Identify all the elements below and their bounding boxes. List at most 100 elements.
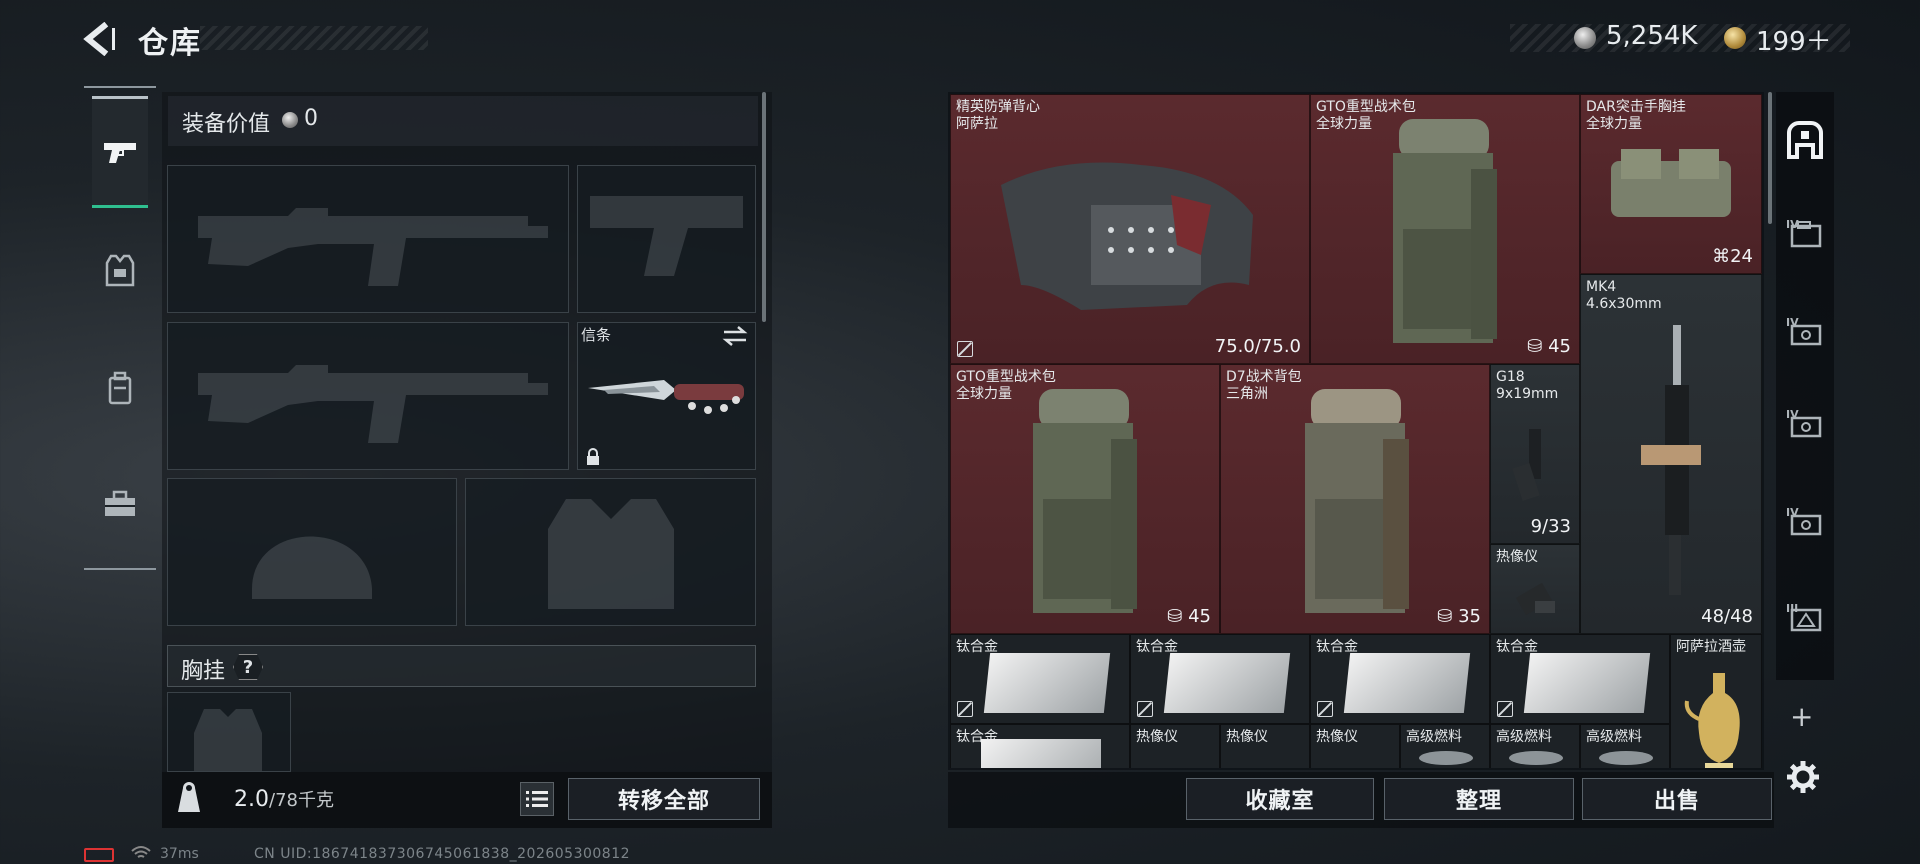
sort-button[interactable]: 整理 [1384, 778, 1574, 820]
case-tier-label: IV [1786, 408, 1799, 421]
item-name: 热像仪 [1496, 549, 1538, 565]
vest-silhouette-icon [548, 499, 674, 609]
helmet-silhouette-icon [252, 536, 372, 599]
rig-silhouette-icon [194, 709, 262, 771]
item-gto-backpack[interactable]: GTO重型战术包 全球力量 ⛁ 45 [1310, 94, 1580, 364]
titanium-image [981, 739, 1101, 768]
backpack-image [1305, 389, 1409, 613]
item-asala-flask[interactable]: 阿萨拉酒壶 [1670, 634, 1762, 768]
item-mk4-smg[interactable]: MK4 4.6x30mm 48/48 [1580, 274, 1762, 634]
item-premium-fuel[interactable]: 高级燃料 [1400, 724, 1490, 768]
item-thermal-imager[interactable]: 热像仪 [1310, 724, 1400, 768]
backpack-icon [108, 371, 132, 405]
item-name: 热像仪 [1226, 729, 1268, 745]
weight-current: 2.0 [234, 787, 269, 812]
item-titanium[interactable]: 钛合金 [1130, 634, 1310, 724]
transfer-all-button[interactable]: 转移全部 [568, 778, 760, 820]
tab-armor[interactable] [92, 216, 148, 324]
case-tier-label: IV [1786, 506, 1799, 519]
item-name: 阿萨拉酒壶 [1676, 639, 1746, 655]
case-tier-label: IV [1786, 218, 1799, 231]
backpack-image [1033, 389, 1137, 613]
rig-image [1611, 149, 1731, 217]
item-titanium[interactable]: 钛合金 [950, 724, 1130, 768]
item-titanium[interactable]: 钛合金 [1310, 634, 1490, 724]
item-thermal-imager[interactable]: 热像仪 [1130, 724, 1220, 768]
help-icon[interactable]: ? [233, 654, 263, 680]
titanium-image [1163, 653, 1291, 713]
item-dar-chest-rig[interactable]: DAR突击手胸挂 全球力量 ⌘24 [1580, 94, 1762, 274]
primary-weapon-slot[interactable] [167, 165, 569, 313]
weight-icon [174, 780, 204, 816]
swap-icon[interactable] [722, 325, 748, 351]
item-count-value: 45 [1548, 336, 1571, 357]
loadout-scrollbar[interactable] [762, 92, 766, 322]
storage-grid: 精英防弹背心 阿萨拉 75.0/75.0 GTO重型战术包 全球力量 ⛁ 45 DA… [950, 94, 1762, 768]
item-name: 高级燃料 [1406, 729, 1462, 745]
case-tab[interactable]: IV [1782, 212, 1828, 258]
collection-room-button[interactable]: 收藏室 [1186, 778, 1374, 820]
titanium-image [1343, 653, 1471, 713]
item-thermal-imager[interactable]: 热像仪 [1490, 544, 1580, 634]
battery-icon [84, 848, 114, 862]
case-tab[interactable]: IV [1782, 402, 1828, 448]
item-g18-pistol[interactable]: G18 9x19mm 9/33 [1490, 364, 1580, 544]
item-titanium[interactable]: 钛合金 [950, 634, 1130, 724]
item-titanium[interactable]: 钛合金 [1490, 634, 1670, 724]
sell-button[interactable]: 出售 [1582, 778, 1772, 820]
fuel-image [1599, 751, 1653, 765]
item-premium-fuel[interactable]: 高级燃料 [1580, 724, 1670, 768]
silver-currency-value: 5,254K [1606, 21, 1698, 51]
vest-image [1001, 162, 1253, 310]
wifi-icon [130, 845, 152, 864]
item-count-value: 35 [1458, 606, 1481, 627]
fuel-image [1419, 751, 1473, 765]
case-tab[interactable]: III [1782, 596, 1828, 642]
knife-item[interactable] [584, 370, 748, 424]
durability-icon [957, 701, 973, 717]
item-thermal-imager[interactable]: 热像仪 [1220, 724, 1310, 768]
back-arrow-icon[interactable] [82, 21, 118, 57]
storage-scrollbar[interactable] [1768, 92, 1772, 224]
gold-coin-icon[interactable] [1724, 27, 1746, 49]
item-count-value: 24 [1730, 246, 1753, 267]
case-tier-label: IV [1786, 316, 1799, 329]
durability-icon [1497, 701, 1513, 717]
chest-rig-slot[interactable] [167, 692, 291, 772]
durability-icon [957, 341, 973, 357]
weight-max: /78千克 [269, 790, 334, 811]
tab-supplies[interactable] [92, 450, 148, 558]
helmet-slot[interactable] [167, 478, 457, 626]
fuel-image [1509, 751, 1563, 765]
pistol-icon [104, 143, 136, 163]
titanium-image [983, 653, 1111, 713]
melee-label: 信条 [581, 326, 612, 344]
list-button[interactable] [520, 782, 554, 816]
tab-backpack[interactable] [92, 334, 148, 442]
item-gto-backpack[interactable]: GTO重型战术包 全球力量 ⛁ 45 [950, 364, 1220, 634]
item-label: G18 9x19mm [1496, 369, 1558, 403]
armor-icon [105, 254, 135, 287]
item-count: 48/48 [1701, 606, 1753, 627]
storage-home-icon [1787, 121, 1823, 159]
gear-icon[interactable] [1786, 760, 1820, 798]
item-name: G18 [1496, 369, 1525, 385]
tab-weapons[interactable] [92, 96, 148, 208]
item-d7-backpack[interactable]: D7战术背包 三角洲 ⛁ 35 [1220, 364, 1490, 634]
storage-home-tab[interactable] [1782, 118, 1828, 164]
item-subtitle: 9x19mm [1496, 386, 1559, 402]
pistol-slot[interactable] [577, 165, 756, 313]
body-armor-slot[interactable] [465, 478, 756, 626]
equipment-value: 0 [304, 106, 318, 131]
item-elite-vest[interactable]: 精英防弹背心 阿萨拉 75.0/75.0 [950, 94, 1310, 364]
gold-currency-value[interactable]: 199＋ [1756, 21, 1832, 58]
item-count: ⛁ 35 [1437, 606, 1481, 627]
item-name: MK4 [1586, 279, 1617, 295]
pistol-silhouette-icon [590, 196, 743, 276]
item-premium-fuel[interactable]: 高级燃料 [1490, 724, 1580, 768]
add-case-button[interactable]: + [1790, 700, 1813, 733]
case-tab[interactable]: IV [1782, 310, 1828, 356]
item-name: 高级燃料 [1586, 729, 1642, 745]
secondary-weapon-slot[interactable] [167, 322, 569, 470]
case-tab[interactable]: IV [1782, 500, 1828, 546]
